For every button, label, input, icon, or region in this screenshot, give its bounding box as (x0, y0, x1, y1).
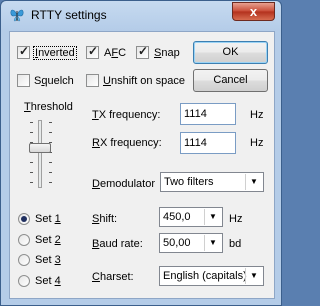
dialog-client: ✓ Inverted ✓ AFC ✓ Snap OK Squelch Unshi… (9, 31, 275, 299)
snap-label[interactable]: Snap (154, 47, 180, 59)
inverted-checkbox[interactable]: ✓ (17, 44, 30, 59)
set-2-label[interactable]: Set 2 (35, 234, 61, 246)
rx-frequency-unit: Hz (250, 137, 264, 149)
charset-value: English (capitals) (163, 270, 247, 282)
charset-label: Charset: (92, 271, 134, 283)
radio-dot (21, 216, 27, 222)
check-icon: ✓ (138, 44, 149, 58)
snap-checkbox[interactable]: ✓ (136, 44, 149, 59)
rx-frequency-input[interactable]: 1114 (180, 132, 236, 154)
close-button[interactable]: x (232, 2, 275, 21)
charset-select[interactable]: English (capitals) ▼ (159, 266, 264, 286)
set-3-radio[interactable] (18, 254, 30, 266)
baud-rate-select[interactable]: 50,00 ▼ (159, 233, 223, 253)
inverted-label[interactable]: Inverted (33, 46, 77, 60)
close-icon: x (249, 4, 258, 19)
ok-button[interactable]: OK (193, 41, 268, 64)
shift-select[interactable]: 450,0 ▼ (159, 207, 223, 227)
chevron-down-icon[interactable]: ▼ (245, 174, 262, 190)
baud-rate-unit: bd (229, 238, 242, 250)
tx-frequency-unit: Hz (250, 109, 264, 121)
demodulator-label: Demodulator (92, 178, 155, 190)
chevron-down-icon[interactable]: ▼ (204, 235, 221, 251)
set-1-label[interactable]: Set 1 (35, 213, 61, 225)
threshold-track (38, 120, 42, 188)
set-1-radio[interactable] (18, 213, 30, 225)
shift-value: 450,0 (163, 211, 191, 223)
dialog-window: RTTY settings x ✓ Inverted ✓ AFC ✓ Snap … (0, 0, 282, 306)
check-icon: ✓ (88, 44, 99, 58)
set-2-radio[interactable] (18, 234, 30, 246)
chevron-down-icon[interactable]: ▼ (245, 268, 262, 284)
baud-rate-label: Baud rate: (92, 238, 143, 250)
squelch-checkbox[interactable] (17, 74, 30, 87)
baud-rate-value: 50,00 (163, 237, 191, 249)
cancel-button[interactable]: Cancel (193, 69, 268, 92)
squelch-label[interactable]: Squelch (34, 75, 74, 87)
tx-frequency-input[interactable]: 1114 (180, 103, 236, 125)
set-3-label[interactable]: Set 3 (35, 254, 61, 266)
rx-frequency-label: RX frequency: (92, 137, 162, 149)
demodulator-value: Two filters (164, 176, 214, 188)
title-bar[interactable]: RTTY settings x (1, 1, 281, 29)
threshold-label: Threshold (24, 101, 73, 113)
afc-label[interactable]: AFC (104, 47, 126, 59)
threshold-slider[interactable] (28, 120, 58, 194)
tx-frequency-label: TX frequency: (92, 109, 161, 121)
butterfly-icon (10, 9, 24, 22)
window-title: RTTY settings (31, 8, 107, 22)
chevron-down-icon[interactable]: ▼ (204, 209, 221, 225)
shift-label: Shift: (92, 213, 118, 225)
set-4-label[interactable]: Set 4 (35, 275, 61, 287)
shift-unit: Hz (229, 213, 243, 225)
unshift-label[interactable]: Unshift on space (103, 75, 185, 87)
unshift-checkbox[interactable] (86, 74, 99, 87)
afc-checkbox[interactable]: ✓ (86, 44, 99, 59)
threshold-thumb[interactable] (29, 143, 51, 153)
set-4-radio[interactable] (18, 275, 30, 287)
check-icon: ✓ (19, 44, 30, 58)
demodulator-select[interactable]: Two filters ▼ (160, 172, 264, 192)
